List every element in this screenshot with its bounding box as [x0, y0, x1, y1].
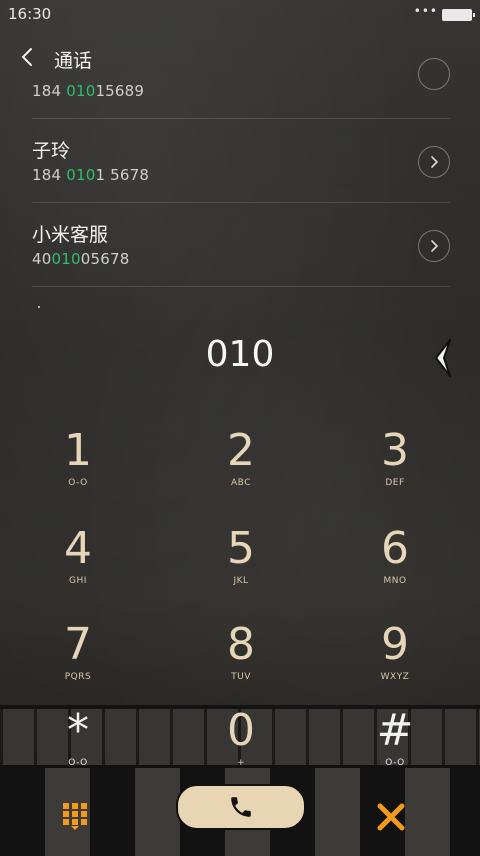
key-letters: JKL [233, 576, 249, 586]
back-button[interactable] [14, 44, 40, 70]
signal-dots-icon: ••• [413, 4, 438, 18]
match-highlight: 010 [66, 166, 96, 184]
key-letters: PQRS [64, 672, 92, 682]
collapse-keypad-button[interactable] [430, 338, 458, 378]
key-letters: TUV [231, 672, 251, 682]
battery-icon [442, 9, 475, 21]
close-icon [377, 803, 405, 831]
key-8[interactable]: 8 TUV [181, 620, 301, 706]
chevron-left-outline-icon [435, 339, 451, 377]
divider-dot [38, 306, 40, 308]
row-detail-button[interactable] [418, 58, 450, 90]
key-letters: O-O [68, 478, 88, 488]
chevron-right-icon [431, 240, 439, 252]
contact-name: 小米客服 [32, 224, 109, 246]
delete-button[interactable] [376, 802, 406, 832]
key-digit: 0 [227, 705, 255, 756]
list-item[interactable]: 184 01015689 [32, 58, 450, 119]
key-7[interactable]: 7 PQRS [18, 620, 138, 706]
row-detail-button[interactable] [418, 146, 450, 178]
key-6[interactable]: 6 MNO [335, 524, 455, 610]
key-digit: 7 [64, 619, 92, 670]
key-digit: # [376, 705, 414, 756]
key-digit: 8 [227, 619, 255, 670]
key-letters: O-O [68, 758, 88, 768]
key-4[interactable]: 4 GHI [18, 524, 138, 610]
header: 通话 [0, 36, 480, 80]
key-digit: 1 [64, 425, 92, 476]
row-detail-button[interactable] [418, 230, 450, 262]
key-1[interactable]: 1 O-O [18, 426, 138, 512]
call-button[interactable] [176, 784, 306, 830]
list-item[interactable]: 小米客服 4001005678 [32, 202, 450, 287]
contact-number: 184 01015689 [32, 82, 145, 100]
status-bar: 16:30 ••• [0, 0, 480, 28]
dialed-number: 010 [205, 334, 275, 375]
chevron-left-icon [21, 48, 32, 66]
contact-name: 子玲 [32, 140, 71, 162]
keypad-toggle-button[interactable] [62, 802, 88, 830]
match-highlight: 010 [66, 82, 96, 100]
status-time: 16:30 [8, 5, 52, 23]
key-letters: DEF [385, 478, 405, 488]
bottom-action-bar [0, 780, 480, 840]
key-digit: 5 [227, 523, 255, 574]
key-digit: * [67, 705, 89, 756]
grid-icon [63, 803, 87, 830]
key-letters: MNO [383, 576, 407, 586]
key-3[interactable]: 3 DEF [335, 426, 455, 512]
phone-icon [231, 797, 251, 817]
key-9[interactable]: 9 WXYZ [335, 620, 455, 706]
key-letters: O-O [385, 758, 405, 768]
key-digit: 9 [381, 619, 409, 670]
key-digit: 3 [381, 425, 409, 476]
contact-number: 184 0101 5678 [32, 166, 150, 184]
contact-number: 4001005678 [32, 250, 130, 268]
key-2[interactable]: 2 ABC [181, 426, 301, 512]
match-highlight: 010 [51, 250, 81, 268]
key-letters: GHI [69, 576, 87, 586]
key-letters: WXYZ [380, 672, 410, 682]
key-5[interactable]: 5 JKL [181, 524, 301, 610]
key-letters: ABC [231, 478, 251, 488]
list-item[interactable]: 子玲 184 0101 5678 [32, 118, 450, 203]
chevron-right-icon [431, 156, 439, 168]
key-letters: + [236, 758, 246, 768]
key-digit: 6 [381, 523, 409, 574]
key-digit: 2 [227, 425, 255, 476]
page-title: 通话 [54, 50, 93, 72]
key-digit: 4 [64, 523, 92, 574]
